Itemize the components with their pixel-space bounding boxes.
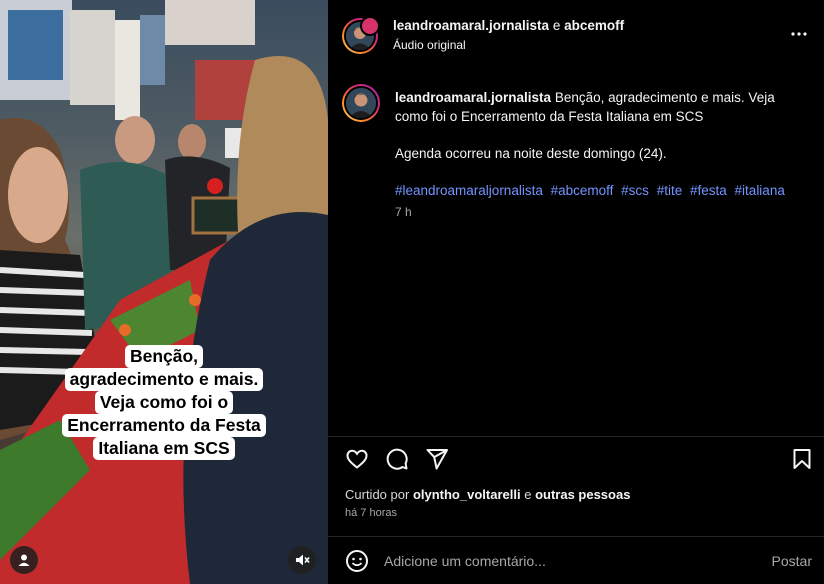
muted-speaker-icon xyxy=(296,554,310,566)
video-frame xyxy=(0,0,328,584)
heart-icon[interactable] xyxy=(345,447,369,471)
coauthor-avatar[interactable] xyxy=(360,16,380,36)
post-video[interactable]: Benção, agradecimento e mais. Veja como … xyxy=(0,0,328,584)
hashtag-link[interactable]: #tite xyxy=(657,183,683,198)
caption-line: Benção, xyxy=(124,345,204,368)
audio-label[interactable]: Áudio original xyxy=(393,38,466,52)
caption-line: Encerramento da Festa xyxy=(62,414,266,437)
caption-line: Veja como foi o xyxy=(94,391,234,414)
caption-username[interactable]: leandroamaral.jornalista xyxy=(395,90,551,105)
caption-line: Italiana em SCS xyxy=(93,437,235,460)
hashtag-link[interactable]: #scs xyxy=(621,183,649,198)
hashtag-link[interactable]: #abcemoff xyxy=(551,183,614,198)
tagged-user-button[interactable] xyxy=(10,546,38,574)
comment-icon[interactable] xyxy=(385,447,409,471)
author-conjunction: e xyxy=(552,18,561,33)
author-username[interactable]: leandroamaral.jornalista xyxy=(393,18,549,33)
add-comment-bar: Postar xyxy=(328,536,824,584)
share-icon[interactable] xyxy=(425,447,449,471)
hashtag-link[interactable]: #leandroamaraljornalista xyxy=(395,183,543,198)
comments-section: leandroamaral.jornalista Benção, agradec… xyxy=(328,64,824,436)
post-details-panel: leandroamaral.jornalista e abcemoff Áudi… xyxy=(328,0,824,584)
hashtag-link[interactable]: #festa xyxy=(690,183,727,198)
caption-text-2: Agenda ocorreu na noite deste domingo (2… xyxy=(395,146,667,161)
post-comment-button[interactable]: Postar xyxy=(772,553,812,569)
user-icon xyxy=(18,554,30,566)
header-authors: leandroamaral.jornalista e abcemoff xyxy=(393,18,624,33)
bookmark-icon[interactable] xyxy=(790,447,814,471)
video-caption: Benção, agradecimento e mais. Veja como … xyxy=(0,345,328,460)
post-header: leandroamaral.jornalista e abcemoff Áudi… xyxy=(328,0,824,64)
post-caption: leandroamaral.jornalista Benção, agradec… xyxy=(395,88,795,222)
likes-summary[interactable]: Curtido por olyntho_voltarelli e outras … xyxy=(345,487,630,502)
caption-line: agradecimento e mais. xyxy=(64,368,264,391)
likes-others[interactable]: outras pessoas xyxy=(535,487,630,502)
coauthor-username[interactable]: abcemoff xyxy=(564,18,624,33)
comment-avatar[interactable] xyxy=(342,84,380,122)
comment-input[interactable] xyxy=(384,551,744,571)
post-time[interactable]: há 7 horas xyxy=(345,507,397,519)
unmute-button[interactable] xyxy=(288,546,316,574)
hashtag-link[interactable]: #italiana xyxy=(735,183,785,198)
more-options-icon[interactable] xyxy=(790,22,808,42)
caption-time[interactable]: 7 h xyxy=(395,203,795,222)
likes-conjunction: e xyxy=(524,487,532,502)
likes-prefix: Curtido por xyxy=(345,487,410,502)
hashtag-list: #leandroamaraljornalista #abcemoff #scs … xyxy=(395,181,795,200)
action-bar xyxy=(328,436,824,476)
avatar-image xyxy=(346,88,376,118)
likes-user[interactable]: olyntho_voltarelli xyxy=(413,487,521,502)
emoji-icon[interactable] xyxy=(345,549,369,573)
